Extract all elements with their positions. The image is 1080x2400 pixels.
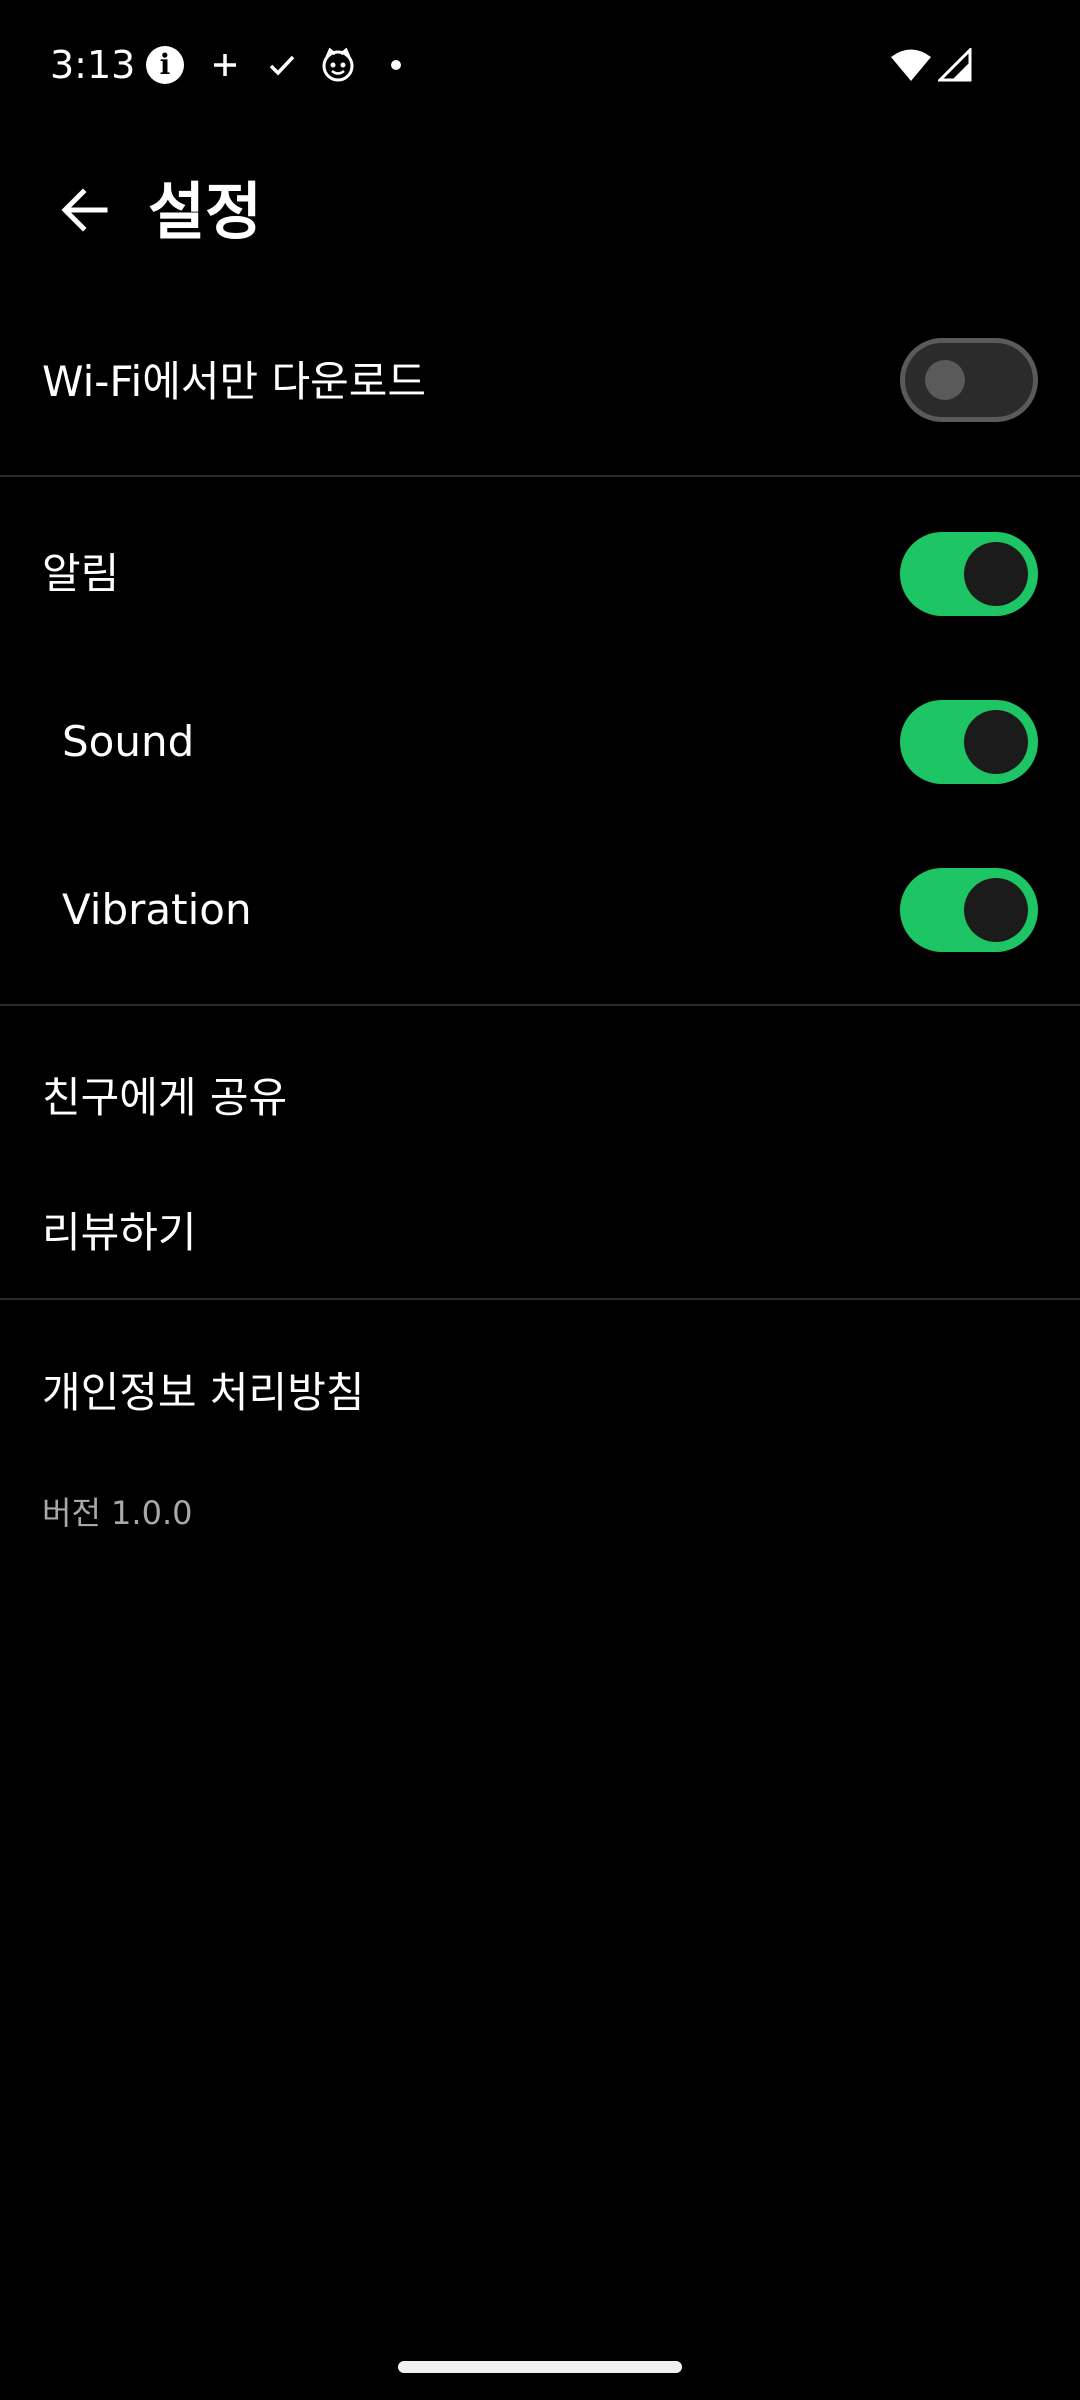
version-text: 버전 1.0.0 xyxy=(42,1494,193,1532)
dot-icon xyxy=(380,42,412,88)
signal-icon xyxy=(934,42,976,88)
vibration-toggle[interactable] xyxy=(900,868,1038,952)
toggle-knob xyxy=(964,878,1028,942)
sound-toggle[interactable] xyxy=(900,700,1038,784)
write-review-item[interactable]: 리뷰하기 xyxy=(0,1185,1080,1285)
back-button[interactable] xyxy=(50,175,120,245)
notifications-setting-row[interactable]: 알림 xyxy=(0,520,1080,630)
privacy-policy-item[interactable]: 개인정보 처리방침 xyxy=(0,1345,1080,1445)
vibration-setting-row[interactable]: Vibration xyxy=(0,856,1080,966)
home-indicator[interactable] xyxy=(398,2361,682,2373)
toggle-knob xyxy=(925,360,965,400)
wifi-icon xyxy=(888,42,934,88)
review-label: 리뷰하기 xyxy=(42,1208,197,1257)
sound-setting-row[interactable]: Sound xyxy=(0,688,1080,798)
arrow-left-icon xyxy=(61,188,108,232)
toggle-knob xyxy=(964,710,1028,774)
page-title: 설정 xyxy=(148,175,263,248)
share-with-friends-item[interactable]: 친구에게 공유 xyxy=(0,1050,1080,1150)
divider xyxy=(0,475,1080,477)
toggle-knob xyxy=(964,542,1028,606)
plus-icon xyxy=(205,42,245,88)
info-icon: i xyxy=(145,42,185,88)
privacy-label: 개인정보 처리방침 xyxy=(42,1368,365,1417)
cat-face-icon xyxy=(318,42,358,88)
notifications-toggle[interactable] xyxy=(900,532,1038,616)
sound-label: Sound xyxy=(62,717,195,766)
wifi-only-setting-row[interactable]: Wi-Fi에서만 다운로드 xyxy=(0,330,1080,430)
status-time: 3:13 xyxy=(50,43,136,87)
status-bar: 3:13 i xyxy=(0,0,1080,130)
divider xyxy=(0,1298,1080,1300)
share-label: 친구에게 공유 xyxy=(42,1073,288,1122)
notifications-label: 알림 xyxy=(42,549,120,598)
wifi-only-label: Wi-Fi에서만 다운로드 xyxy=(42,357,427,406)
divider xyxy=(0,1004,1080,1006)
vibration-label: Vibration xyxy=(62,885,252,934)
check-icon xyxy=(262,42,302,88)
wifi-only-toggle[interactable] xyxy=(900,338,1038,422)
